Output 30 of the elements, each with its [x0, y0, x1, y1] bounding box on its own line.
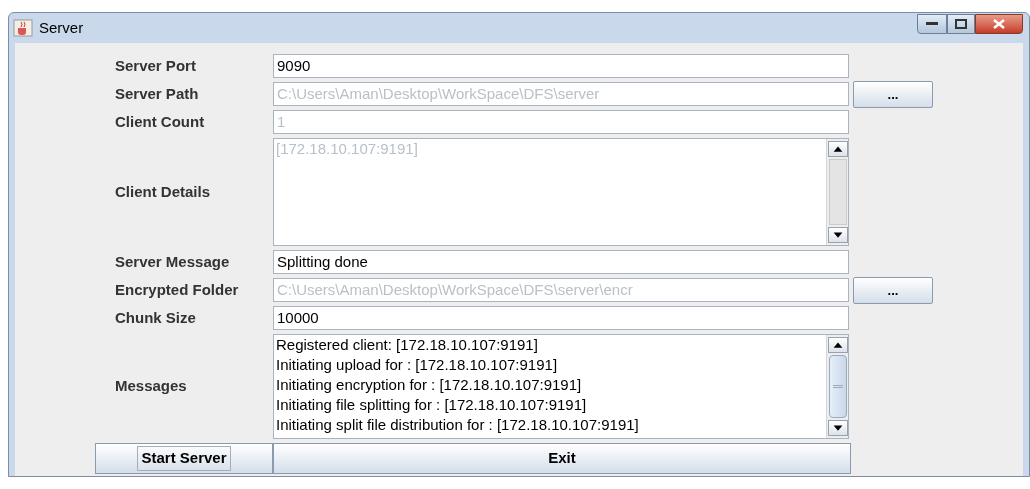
field-label: Server Port	[115, 55, 196, 76]
text-line: Registered client: [172.18.10.107:9191]	[276, 335, 539, 355]
text-line: Initiating upload for : [172.18.10.107:9191]	[276, 355, 559, 375]
text-line: Initiating encryption for : [172.18.10.107:9191]	[276, 375, 583, 395]
minimize-button[interactable]	[917, 14, 947, 34]
field-label: Messages	[115, 376, 187, 397]
field-label: Server Path	[115, 83, 199, 104]
text-line: Initiating file splitting for : [172.18.10.107:9191]	[276, 395, 588, 415]
field-label: Client Count	[115, 111, 205, 132]
java-cup-icon	[13, 19, 33, 37]
minimize-icon	[926, 22, 938, 26]
window-title: Server	[39, 17, 84, 38]
close-icon	[993, 19, 1005, 29]
field-label: Server Message	[115, 251, 230, 272]
field-label: Encrypted Folder	[115, 279, 239, 300]
text-line: [172.18.10.107:9191]	[276, 139, 419, 159]
text-line: Initiating split file distribution for : [172.18.10.107:9191]	[276, 415, 640, 435]
close-button[interactable]	[975, 14, 1023, 34]
text-field[interactable]: Splitting done	[273, 250, 849, 274]
text-field[interactable]: 10000	[273, 306, 849, 330]
text-field[interactable]: 9090	[273, 54, 849, 78]
action-button[interactable]: Exit	[273, 443, 851, 474]
field-label: Client Details	[115, 181, 211, 202]
action-button[interactable]: Start Server	[95, 443, 273, 474]
maximize-icon	[955, 19, 967, 29]
scrollbar[interactable]	[826, 335, 848, 438]
scroll-thumb[interactable]	[828, 355, 847, 418]
maximize-button[interactable]	[947, 14, 975, 34]
field-label: Chunk Size	[115, 307, 196, 328]
text-area[interactable]	[273, 334, 849, 439]
